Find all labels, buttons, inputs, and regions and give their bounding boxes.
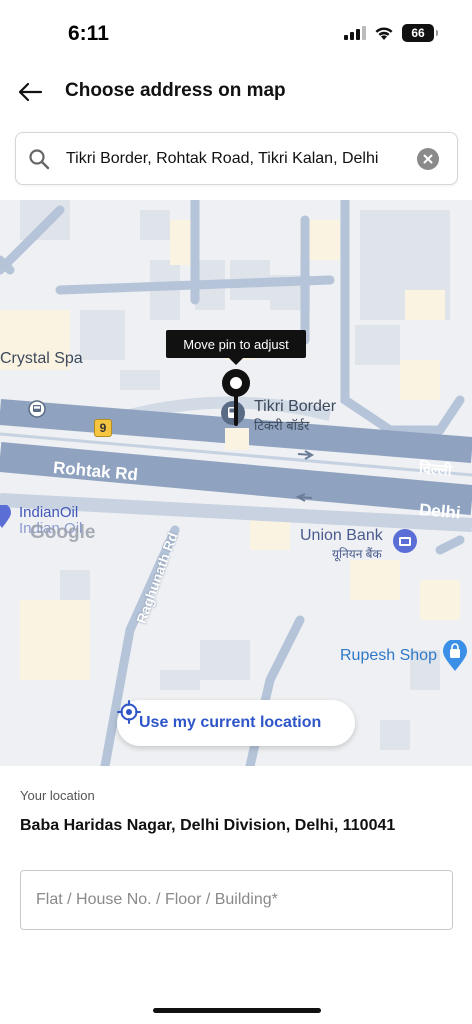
bus-stop-icon bbox=[28, 400, 46, 418]
map-label-tikri-border-hindi: टिकरी बॉर्डर bbox=[254, 418, 310, 433]
google-watermark: Google bbox=[30, 522, 96, 543]
battery-indicator: 66 bbox=[402, 24, 438, 42]
map-label-union-bank: Union Bank bbox=[300, 527, 383, 544]
crosshair-icon bbox=[117, 700, 141, 724]
arrow-left-icon bbox=[18, 82, 43, 102]
location-details: Your location Baba Haridas Nagar, Delhi … bbox=[0, 766, 472, 1024]
back-button[interactable] bbox=[12, 74, 48, 110]
map-label-rupesh-shop: Rupesh Shop bbox=[340, 647, 437, 664]
address-text: Baba Haridas Nagar, Delhi Division, Delh… bbox=[20, 817, 396, 834]
search-input[interactable] bbox=[66, 143, 408, 175]
use-current-location-button[interactable]: Use my current location bbox=[117, 700, 355, 746]
close-icon bbox=[423, 154, 433, 164]
search-box[interactable] bbox=[15, 132, 458, 185]
fuel-station-icon bbox=[0, 505, 11, 528]
map-background bbox=[0, 200, 472, 766]
shopping-bag-icon bbox=[443, 640, 467, 671]
route-marker: 9 bbox=[94, 419, 112, 437]
map-label-crystal-spa: Crystal Spa bbox=[0, 350, 83, 367]
map-view[interactable]: 9 Crystal Spa Tikri Border टिकरी बॉर्डर … bbox=[0, 200, 472, 766]
map-label-union-bank-hindi: यूनियन बैंक bbox=[332, 547, 382, 561]
map-label-delhi-hindi: दिल्ली bbox=[418, 459, 453, 480]
current-location-label: Use my current location bbox=[139, 714, 322, 731]
map-label-tikri-border: Tikri Border bbox=[254, 398, 337, 415]
page-title: Choose address on map bbox=[65, 80, 286, 101]
clear-search-button[interactable] bbox=[417, 148, 439, 170]
status-bar: 6:11 66 bbox=[0, 0, 472, 62]
bank-icon bbox=[393, 529, 417, 553]
status-time: 6:11 bbox=[68, 22, 109, 45]
header: Choose address on map bbox=[0, 68, 472, 116]
pin-tooltip: Move pin to adjust bbox=[166, 330, 306, 365]
cellular-signal-icon bbox=[344, 26, 366, 40]
home-indicator bbox=[153, 1008, 321, 1013]
wifi-icon bbox=[375, 26, 393, 40]
your-location-label: Your location bbox=[20, 788, 95, 803]
map-pin-icon[interactable] bbox=[220, 368, 252, 426]
flat-house-input[interactable] bbox=[20, 870, 453, 930]
map-label-delhi: Delhi bbox=[418, 500, 462, 523]
status-icons: 66 bbox=[344, 24, 438, 42]
search-icon bbox=[29, 149, 50, 170]
map-label-indian-oil: IndianOil bbox=[19, 504, 79, 521]
